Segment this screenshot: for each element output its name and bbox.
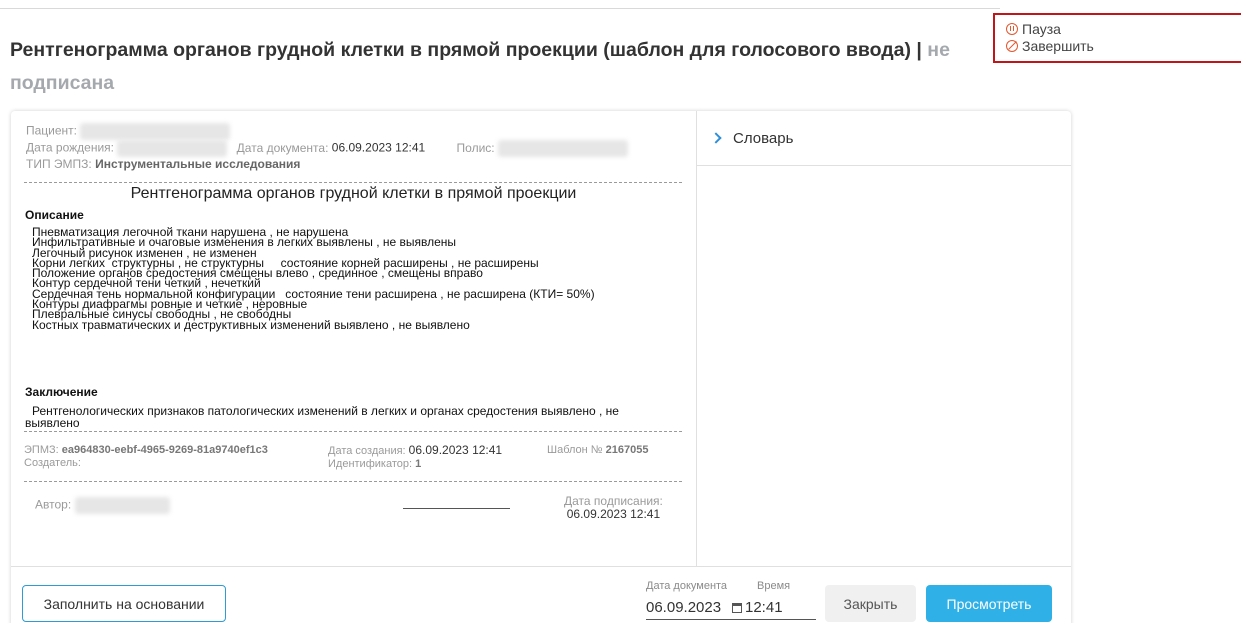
signed-label: Дата подписания: <box>564 494 663 508</box>
dictation-controls: Пауза Завершить <box>993 13 1241 63</box>
created-value: 06.09.2023 12:41 <box>408 443 503 457</box>
description-header: Описание <box>25 208 84 222</box>
creator-label: Создатель: <box>24 457 81 469</box>
conclusion-header: Заключение <box>25 385 98 399</box>
emp-id-value: ea964830-eebf-4965-9269-81a9740ef1c3 <box>61 444 268 456</box>
policy-label: Полис: <box>456 140 495 155</box>
emp-type-value: Инструментальные исследования <box>95 157 301 171</box>
dictionary-label: Словарь <box>733 129 794 147</box>
emp-id-block: ЭПМЗ: ea964830-eebf-4965-9269-81a9740ef1… <box>24 444 268 470</box>
top-divider <box>0 8 1000 9</box>
patient-label: Пациент: <box>26 123 78 138</box>
document-title: Рентгенограмма органов грудной клетки в … <box>130 185 577 202</box>
patient-row: Пациент: <box>26 123 231 140</box>
template-block: Шаблон № 2167055 <box>547 444 649 457</box>
close-button[interactable]: Закрыть <box>825 585 916 622</box>
description-body: Пневматизация легочной ткани нарушена , … <box>32 226 595 332</box>
page-title: Рентгенограмма органов грудной клетки в … <box>10 34 1020 100</box>
page-title-text: Рентгенограмма органов грудной клетки в … <box>10 39 922 61</box>
emp-type-label: ТИП ЭМПЗ: <box>26 157 92 171</box>
time-label: Время <box>757 580 791 592</box>
dictionary-toggle[interactable]: Словарь <box>697 111 1071 166</box>
panel-divider <box>696 111 697 566</box>
dob-label: Дата рождения: <box>26 140 114 155</box>
template-value: 2167055 <box>605 444 649 456</box>
conclusion-text: Рентгенологических признаков патологичес… <box>25 404 619 430</box>
identifier-label: Идентификатор: <box>328 458 413 470</box>
divider <box>24 481 682 482</box>
time-input[interactable]: 12:41 <box>728 596 816 620</box>
dob-redacted <box>117 140 228 157</box>
created-block: Дата создания: 06.09.2023 12:41 Идентифи… <box>328 444 502 471</box>
identifier-value: 1 <box>415 458 422 470</box>
policy-redacted <box>497 140 628 157</box>
patient-name-redacted <box>80 123 231 140</box>
emp-type-row: ТИП ЭМПЗ: Инструментальные исследования <box>26 157 300 171</box>
pause-icon <box>1006 22 1018 35</box>
time-value: 12:41 <box>745 599 783 616</box>
signed-block: Дата подписания: 06.09.2023 12:41 <box>564 495 663 521</box>
finish-button[interactable]: Завершить <box>1006 37 1241 54</box>
chevron-right-icon <box>710 132 722 144</box>
emp-label: ЭПМЗ: <box>24 444 59 456</box>
signed-value: 06.09.2023 12:41 <box>566 507 661 521</box>
author-label: Автор: <box>35 497 72 512</box>
doc-date-value: 06.09.2023 12:41 <box>331 140 426 155</box>
signature-line <box>403 508 510 509</box>
calendar-icon <box>732 603 742 613</box>
created-label: Дата создания: <box>328 445 406 457</box>
doc-date-input[interactable]: 06.09.2023 <box>646 596 728 620</box>
document-preview: Пациент: Дата рождения: Дата документа: … <box>11 111 696 566</box>
pause-label: Пауза <box>1022 20 1061 37</box>
footer-divider <box>11 566 1071 567</box>
stop-icon <box>1006 39 1018 52</box>
divider <box>24 431 682 432</box>
fill-from-base-button[interactable]: Заполнить на основании <box>22 585 226 622</box>
author-row: Автор: <box>35 497 170 514</box>
date-label: Дата документа <box>646 580 728 592</box>
author-redacted <box>74 497 170 514</box>
document-card: Пациент: Дата рождения: Дата документа: … <box>11 111 1071 623</box>
view-button[interactable]: Просмотреть <box>926 585 1052 622</box>
description-line: Костных травматических и деструктивных и… <box>32 317 470 332</box>
divider <box>24 182 682 183</box>
doc-date-label: Дата документа: <box>236 140 329 155</box>
template-label: Шаблон № <box>547 444 603 456</box>
dob-row: Дата рождения: Дата документа: 06.09.202… <box>26 140 628 157</box>
finish-label: Завершить <box>1022 37 1094 54</box>
pause-button[interactable]: Пауза <box>1006 20 1241 37</box>
